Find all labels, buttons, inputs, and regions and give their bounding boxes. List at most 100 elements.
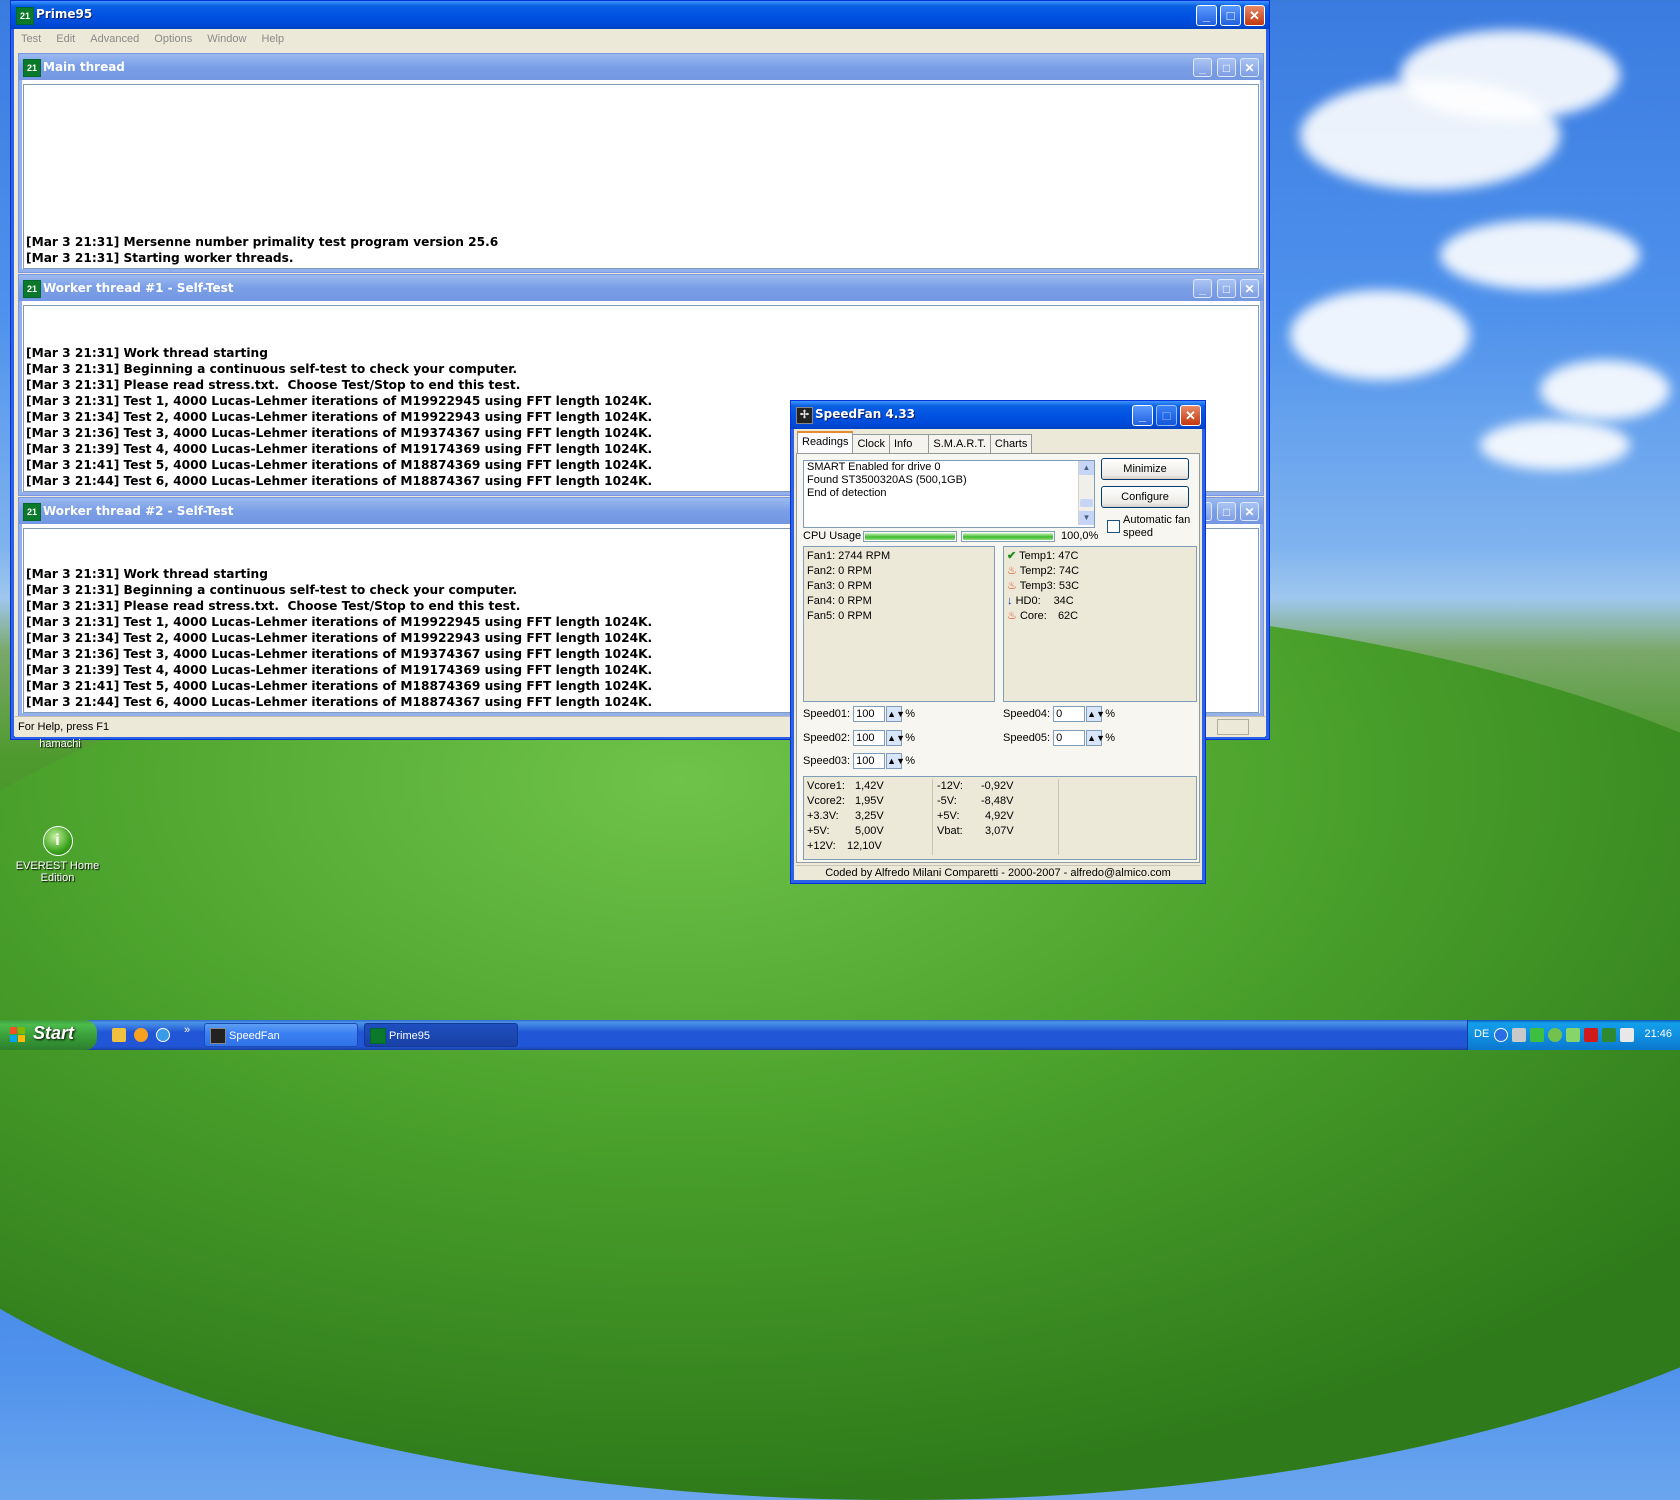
prime95-titlebar[interactable]: 21 Prime95 _ □ ✕ (11, 1, 1269, 29)
tray-users-icon[interactable] (1566, 1028, 1580, 1042)
voltage-reading: +5V: 4,92V (934, 809, 1052, 824)
menu-test[interactable]: Test (15, 29, 47, 49)
configure-button[interactable]: Configure (1101, 486, 1189, 508)
maximize-button[interactable]: □ (1220, 5, 1241, 26)
minimize-to-tray-button[interactable]: Minimize (1101, 458, 1189, 480)
temp-value: 53C (1058, 580, 1080, 592)
log-line: [Mar 3 21:31] Please read stress.txt. Ch… (26, 599, 521, 613)
desktop-icon-hamachi[interactable]: hamachi (30, 738, 90, 750)
spin-arrows-icon[interactable]: ▲▼ (886, 753, 905, 770)
speed01-row: Speed01: 100 ▲▼ % (803, 705, 915, 723)
speed-label: Speed05: (1003, 732, 1051, 744)
scroll-down-icon[interactable]: ▼ (1079, 511, 1094, 525)
tab-readings[interactable]: Readings (797, 431, 854, 454)
child-minimize-button[interactable]: _ (1193, 58, 1212, 77)
voltage-value: 1,95V (855, 795, 884, 807)
spin-arrows-icon[interactable]: ▲▼ (1086, 706, 1105, 723)
main-thread-window[interactable]: 21 Main thread _ □ ✕ [Mar 3 21:31] Merse… (18, 53, 1264, 273)
speed02-row: Speed02: 100 ▲▼ % (803, 729, 915, 747)
tray-speedfan-icon[interactable] (1512, 1028, 1526, 1042)
child-maximize-button[interactable]: □ (1217, 279, 1236, 298)
minimize-button[interactable]: _ (1132, 405, 1153, 426)
temp-reading: ♨ Core: 62C (1004, 609, 1196, 624)
temp-label: HD0: (1015, 595, 1041, 607)
speed01-input[interactable]: 100 (853, 706, 886, 723)
spin-arrows-icon[interactable]: ▲▼ (1086, 730, 1105, 747)
menu-options[interactable]: Options (148, 29, 198, 49)
child-close-button[interactable]: ✕ (1240, 502, 1259, 521)
log-line: [Mar 3 21:41] Test 5, 4000 Lucas-Lehmer … (26, 679, 653, 693)
detection-log[interactable]: SMART Enabled for drive 0 Found ST350032… (803, 460, 1095, 528)
tray-network-icon[interactable] (1530, 1028, 1544, 1042)
speedfan-window[interactable]: ✢ SpeedFan 4.33 _ □ ✕ Readings Clock Info S… (790, 400, 1206, 884)
speed05-input[interactable]: 0 (1053, 730, 1086, 747)
cpu-usage-bar-1 (863, 531, 957, 542)
speed-label: Speed02: (803, 732, 851, 744)
speed03-input[interactable]: 100 (853, 753, 886, 770)
tab-charts[interactable]: Charts (989, 434, 1033, 453)
speed02-input[interactable]: 100 (853, 730, 886, 747)
scroll-thumb[interactable] (1080, 499, 1093, 507)
tab-info[interactable]: Info (889, 434, 930, 453)
desktop-icon-everest[interactable]: i EVEREST Home Edition (0, 826, 115, 884)
quicklaunch-icon-1[interactable] (112, 1028, 126, 1042)
child-maximize-button[interactable]: □ (1217, 58, 1236, 77)
voltage-value: -8,48V (981, 795, 1014, 807)
fan-reading: Fan1: 2744 RPM (807, 550, 891, 562)
task-label: SpeedFan (229, 1030, 280, 1042)
voltages-left: Vcore1: 1,42V Vcore2: 1,95V +3.3V: 3,25V +5… (804, 779, 932, 854)
tray-hamachi-icon[interactable] (1548, 1028, 1562, 1042)
language-indicator[interactable]: DE (1474, 1028, 1489, 1040)
quicklaunch-chevron-icon[interactable]: » (184, 1024, 190, 1036)
menu-help[interactable]: Help (255, 29, 290, 49)
tray-nvidia-icon[interactable] (1602, 1028, 1616, 1042)
child-minimize-button[interactable]: _ (1193, 279, 1212, 298)
log-line: [Mar 3 21:31] Test 1, 4000 Lucas-Lehmer … (26, 615, 653, 629)
tray-back-icon[interactable] (1494, 1028, 1508, 1042)
menu-window[interactable]: Window (201, 29, 252, 49)
child-maximize-button[interactable]: □ (1217, 502, 1236, 521)
scrollbar[interactable]: ▲ ▼ (1078, 461, 1094, 525)
tray-speaker-icon[interactable] (1620, 1028, 1634, 1042)
fan-reading: Fan3: 0 RPM (807, 580, 872, 592)
voltage-value: 3,07V (985, 825, 1014, 837)
speedfan-titlebar[interactable]: ✢ SpeedFan 4.33 _ □ ✕ (791, 401, 1205, 429)
taskbar-button-speedfan[interactable]: SpeedFan (204, 1023, 358, 1047)
speed04-input[interactable]: 0 (1053, 706, 1086, 723)
maximize-button[interactable]: □ (1156, 405, 1177, 426)
child-close-button[interactable]: ✕ (1240, 279, 1259, 298)
fan-reading: Fan2: 0 RPM (807, 565, 872, 577)
main-thread-titlebar[interactable]: 21 Main thread _ □ ✕ (19, 54, 1263, 80)
menu-edit[interactable]: Edit (50, 29, 81, 49)
percent-sign: % (905, 755, 916, 767)
minimize-button[interactable]: _ (1196, 5, 1217, 26)
tray-ati-icon[interactable] (1584, 1028, 1598, 1042)
worker-1-titlebar[interactable]: 21 Worker thread #1 - Self-Test _ □ ✕ (19, 275, 1263, 301)
voltage-value: 5,00V (855, 825, 884, 837)
voltage-value: 4,92V (985, 810, 1014, 822)
menu-advanced[interactable]: Advanced (84, 29, 145, 49)
start-button[interactable]: Start (0, 1020, 97, 1050)
voltages-right: -12V: -0,92V -5V: -8,48V +5V: 4,92V Vbat: 3,… (934, 779, 1052, 839)
temp-label: Temp2: (1019, 565, 1056, 577)
temp-reading: ↓ HD0: 34C (1004, 594, 1196, 609)
child-close-button[interactable]: ✕ (1240, 58, 1259, 77)
close-button[interactable]: ✕ (1180, 405, 1201, 426)
windows-logo-icon (10, 1027, 26, 1043)
main-thread-log[interactable]: [Mar 3 21:31] Mersenne number primality … (23, 84, 1259, 269)
spin-arrows-icon[interactable]: ▲▼ (886, 730, 905, 747)
taskbar-button-prime95[interactable]: Prime95 (364, 1023, 518, 1047)
quicklaunch-icon-2[interactable] (134, 1028, 148, 1042)
fan-reading: Fan5: 0 RPM (807, 610, 872, 622)
taskbar: Start » SpeedFan Prime95 DE 21:46 (0, 1020, 1680, 1050)
quicklaunch-icon-3[interactable] (156, 1028, 170, 1042)
log-line: [Mar 3 21:39] Test 4, 4000 Lucas-Lehmer … (26, 442, 653, 456)
auto-fan-speed-checkbox[interactable] (1107, 520, 1120, 533)
credits-footer: Coded by Alfredo Milani Comparetti - 200… (796, 865, 1200, 880)
tab-smart[interactable]: S.M.A.R.T. (928, 434, 991, 453)
scroll-up-icon[interactable]: ▲ (1079, 461, 1094, 475)
tab-clock[interactable]: Clock (852, 434, 890, 453)
fans-list: Fan1: 2744 RPM Fan2: 0 RPM Fan3: 0 RPM F… (803, 546, 995, 702)
spin-arrows-icon[interactable]: ▲▼ (886, 706, 905, 723)
close-button[interactable]: ✕ (1244, 5, 1265, 26)
